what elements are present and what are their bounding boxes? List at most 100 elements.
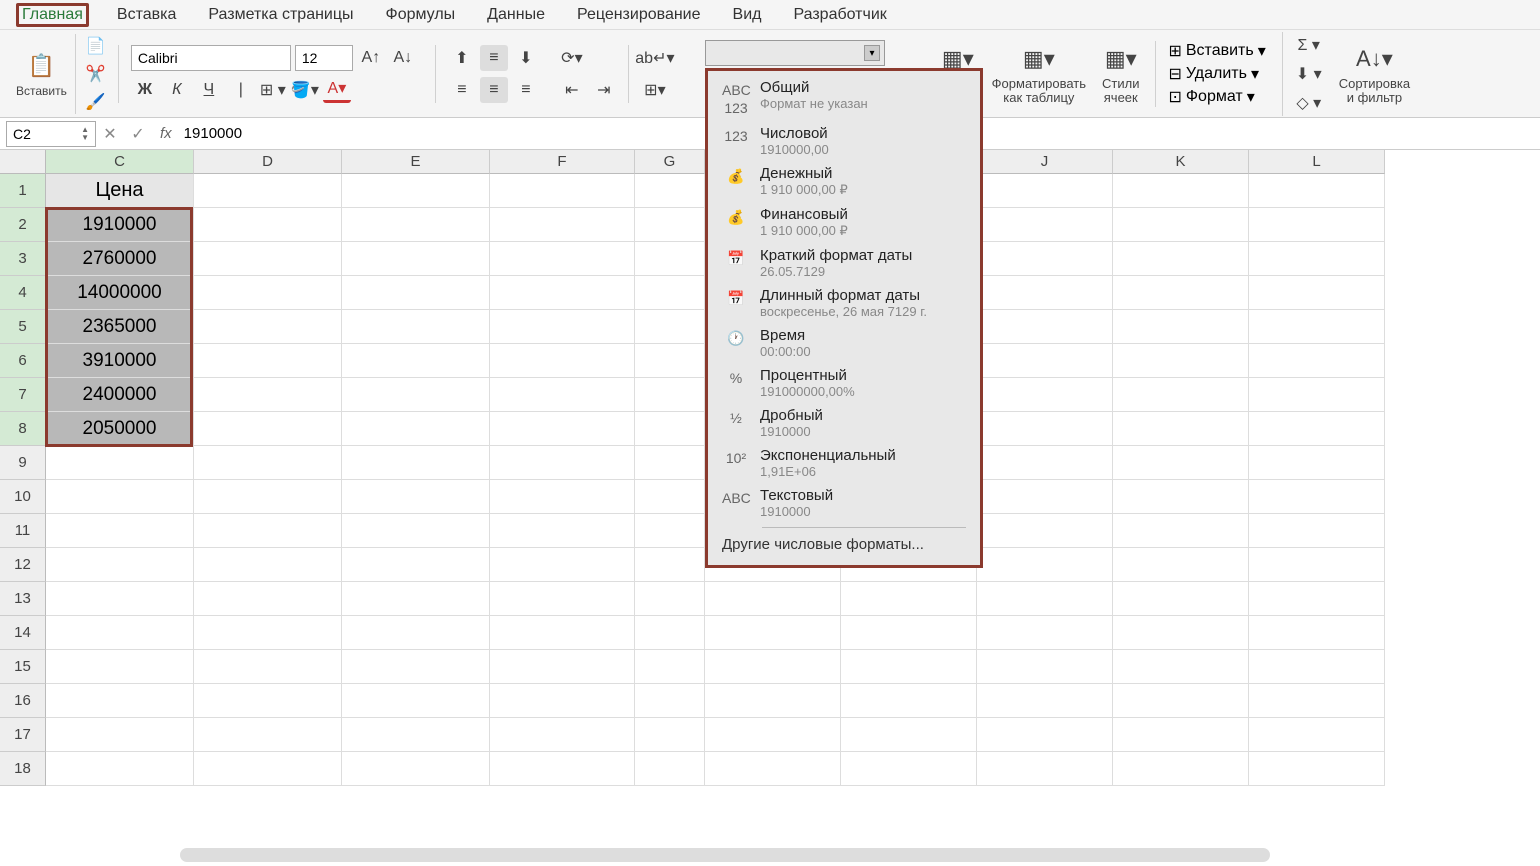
align-right-icon[interactable]: ≡	[512, 77, 540, 103]
align-top-icon[interactable]: ⬆	[448, 45, 476, 71]
cell[interactable]	[977, 582, 1113, 616]
cell[interactable]	[194, 276, 342, 310]
cell[interactable]	[1113, 514, 1249, 548]
select-all-corner[interactable]	[0, 150, 46, 174]
row-header[interactable]: 16	[0, 684, 46, 718]
cell[interactable]	[1249, 412, 1385, 446]
cell[interactable]	[490, 650, 635, 684]
cell[interactable]	[635, 242, 705, 276]
cell[interactable]	[194, 582, 342, 616]
cell[interactable]	[342, 514, 490, 548]
cell[interactable]	[1113, 378, 1249, 412]
cell[interactable]	[194, 174, 342, 208]
cell[interactable]	[977, 548, 1113, 582]
cell[interactable]	[46, 446, 194, 480]
column-header[interactable]: F	[490, 150, 635, 174]
format-option[interactable]: 10² Экспоненциальный 1,91E+06	[708, 443, 980, 483]
cell[interactable]	[1113, 174, 1249, 208]
spinner-icon[interactable]: ▲▼	[81, 126, 89, 142]
cell[interactable]	[1249, 276, 1385, 310]
cell[interactable]	[635, 446, 705, 480]
bold-button[interactable]: Ж	[131, 77, 159, 103]
tab-data[interactable]: Данные	[483, 4, 549, 26]
format-option[interactable]: 📅 Краткий формат даты 26.05.7129	[708, 243, 980, 283]
merge-cells-icon[interactable]: ⊞▾	[641, 77, 669, 103]
format-option[interactable]: % Процентный 191000000,00%	[708, 363, 980, 403]
cell[interactable]	[705, 582, 841, 616]
row-header[interactable]: 3	[0, 242, 46, 276]
cell[interactable]	[1113, 412, 1249, 446]
row-header[interactable]: 1	[0, 174, 46, 208]
column-header[interactable]: E	[342, 150, 490, 174]
format-option[interactable]: 🕐 Время 00:00:00	[708, 323, 980, 363]
cell[interactable]: Цена	[46, 174, 194, 208]
cell[interactable]	[342, 480, 490, 514]
cell[interactable]	[1113, 718, 1249, 752]
tab-view[interactable]: Вид	[729, 4, 766, 26]
cell[interactable]	[635, 718, 705, 752]
cell[interactable]	[635, 174, 705, 208]
cell[interactable]	[705, 718, 841, 752]
cell[interactable]	[490, 310, 635, 344]
cell[interactable]	[1249, 344, 1385, 378]
cell[interactable]	[46, 616, 194, 650]
cell[interactable]	[342, 548, 490, 582]
tab-home[interactable]: Главная	[16, 3, 89, 27]
cell[interactable]: 2400000	[46, 378, 194, 412]
fill-button[interactable]: ⬇ ▾	[1295, 61, 1323, 87]
cell[interactable]	[46, 684, 194, 718]
horizontal-scrollbar[interactable]	[180, 848, 1270, 862]
cell[interactable]	[490, 548, 635, 582]
cell[interactable]	[1113, 446, 1249, 480]
cell[interactable]	[977, 174, 1113, 208]
row-header[interactable]: 4	[0, 276, 46, 310]
cell[interactable]: 2050000	[46, 412, 194, 446]
clipboard-icon[interactable]: 📄	[82, 33, 110, 59]
format-painter-icon[interactable]: 🖌️	[82, 89, 110, 115]
cell[interactable]	[194, 480, 342, 514]
cell[interactable]	[635, 650, 705, 684]
row-header[interactable]: 7	[0, 378, 46, 412]
italic-button[interactable]: К	[163, 77, 191, 103]
cell[interactable]	[635, 514, 705, 548]
align-bottom-icon[interactable]: ⬇	[512, 45, 540, 71]
cell[interactable]	[342, 412, 490, 446]
sort-filter-button[interactable]: A↓▾ Сортировкаи фильтр	[1339, 43, 1410, 105]
cell[interactable]	[977, 616, 1113, 650]
font-size-selector[interactable]	[295, 45, 353, 71]
cell[interactable]	[977, 344, 1113, 378]
delete-cells-button[interactable]: ⊟ Удалить ▾	[1168, 64, 1265, 84]
row-header[interactable]: 2	[0, 208, 46, 242]
format-option[interactable]: 💰 Денежный 1 910 000,00 ₽	[708, 161, 980, 202]
cell[interactable]	[342, 208, 490, 242]
cell[interactable]	[841, 650, 977, 684]
cell[interactable]	[194, 752, 342, 786]
row-header[interactable]: 6	[0, 344, 46, 378]
row-header[interactable]: 10	[0, 480, 46, 514]
cell[interactable]	[342, 276, 490, 310]
cell[interactable]: 3910000	[46, 344, 194, 378]
cell[interactable]	[46, 548, 194, 582]
tab-developer[interactable]: Разработчик	[789, 4, 890, 26]
cell[interactable]	[635, 208, 705, 242]
underline-button[interactable]: Ч	[195, 77, 223, 103]
cell[interactable]	[977, 514, 1113, 548]
format-option[interactable]: 123 Числовой 1910000,00	[708, 121, 980, 161]
cell[interactable]	[1113, 650, 1249, 684]
cell[interactable]	[635, 684, 705, 718]
cell[interactable]	[1249, 480, 1385, 514]
cell[interactable]	[342, 718, 490, 752]
cell[interactable]	[1113, 684, 1249, 718]
tab-insert[interactable]: Вставка	[113, 4, 180, 26]
row-header[interactable]: 14	[0, 616, 46, 650]
cell[interactable]	[46, 480, 194, 514]
cell[interactable]	[1249, 582, 1385, 616]
insert-cells-button[interactable]: ⊞ Вставить ▾	[1168, 41, 1265, 61]
row-header[interactable]: 8	[0, 412, 46, 446]
cell[interactable]	[635, 582, 705, 616]
cell[interactable]	[1113, 276, 1249, 310]
cell[interactable]	[1249, 174, 1385, 208]
cell[interactable]	[977, 480, 1113, 514]
cell[interactable]: 1910000	[46, 208, 194, 242]
cell[interactable]	[635, 276, 705, 310]
